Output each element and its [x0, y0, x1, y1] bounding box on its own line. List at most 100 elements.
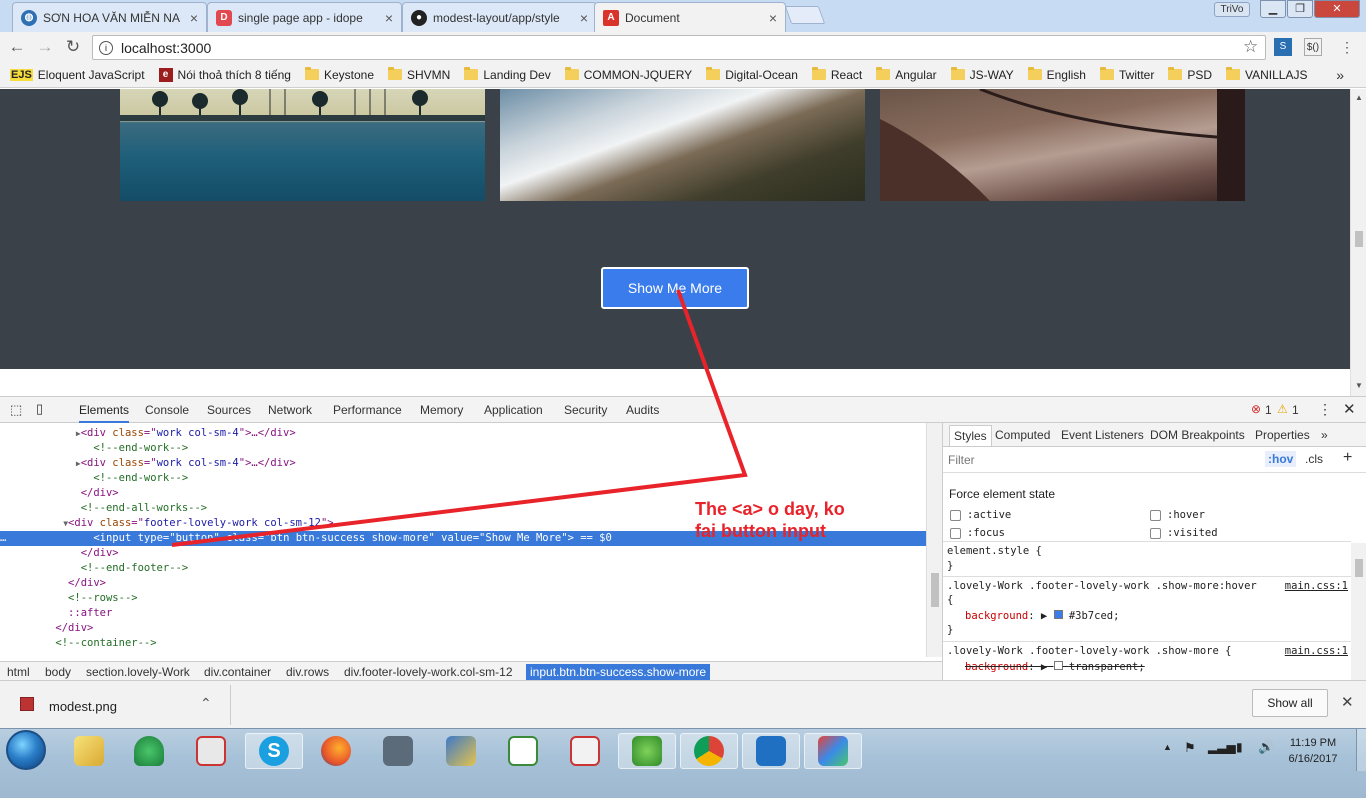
bookmarks-overflow-icon[interactable]: » — [1336, 67, 1344, 83]
dom-node[interactable]: <!--end-footer--> — [0, 561, 926, 576]
scrollbar-thumb[interactable] — [931, 573, 939, 607]
bookmark-folder[interactable]: VANILLAJS — [1226, 67, 1308, 82]
scrollbar-thumb[interactable] — [1355, 231, 1363, 247]
tab-styles[interactable]: Styles — [949, 425, 992, 446]
browser-tab-active[interactable]: A Document × — [594, 2, 786, 32]
styles-scrollbar[interactable] — [1351, 543, 1366, 681]
taskbar-vscode[interactable] — [742, 733, 800, 769]
taskbar-app-rocket[interactable] — [120, 733, 178, 769]
browser-tab[interactable]: ◍ SƠN HOA VĂN MIỄN NA × — [12, 2, 207, 32]
dom-node[interactable]: ::after — [0, 606, 926, 621]
info-icon[interactable]: i — [99, 40, 113, 55]
rule2-source-link[interactable]: main.css:1 — [1285, 645, 1348, 657]
jquery-extension-icon[interactable]: $() — [1304, 38, 1322, 56]
close-devtools-icon[interactable]: ✕ — [1343, 400, 1356, 418]
error-icon[interactable]: ⊗ — [1251, 402, 1261, 416]
flag-icon[interactable]: ⚑ — [1184, 740, 1196, 756]
devtools-menu-icon[interactable]: ⋮ — [1318, 401, 1332, 418]
bookmark-folder[interactable]: COMMON-JQUERY — [564, 67, 692, 82]
hov-toggle[interactable]: :hov — [1265, 451, 1297, 467]
element-style-rule[interactable]: element.style { — [947, 545, 1042, 557]
rule1-source-link[interactable]: main.css:1 — [1285, 580, 1348, 592]
rule2-declaration[interactable]: background: ▶ transparent; — [965, 661, 1145, 673]
tab-console[interactable]: Console — [145, 403, 189, 417]
close-download-bar-icon[interactable]: ✕ — [1341, 693, 1354, 711]
maximize-button[interactable]: ❐ — [1287, 0, 1313, 18]
battery-icon[interactable]: ▮ — [1236, 740, 1243, 754]
taskbar-app-chart[interactable] — [494, 733, 552, 769]
state-focus-checkbox[interactable] — [950, 528, 961, 539]
close-window-button[interactable]: ✕ — [1314, 0, 1360, 18]
minimize-button[interactable]: ▁ — [1260, 0, 1286, 18]
taskbar-app-lock[interactable] — [369, 733, 427, 769]
add-rule-icon[interactable]: + — [1343, 449, 1352, 467]
close-icon[interactable]: × — [769, 10, 777, 26]
taskbar-app-tools[interactable] — [556, 733, 614, 769]
extension-s-icon[interactable]: S — [1274, 38, 1292, 56]
browser-tab[interactable]: ● modest-layout/app/style × — [402, 2, 597, 32]
state-visited-checkbox[interactable] — [1150, 528, 1161, 539]
color-swatch[interactable] — [1053, 610, 1063, 619]
dom-node[interactable]: ▶<div class="work col-sm-4">…</div> — [0, 426, 926, 441]
start-button[interactable] — [6, 730, 46, 770]
taskbar-firefox[interactable] — [307, 733, 365, 769]
crumb-input[interactable]: input.btn.btn-success.show-more — [526, 664, 711, 680]
crumb-rows[interactable]: div.rows — [286, 665, 329, 679]
taskbar-app-clover[interactable] — [618, 733, 676, 769]
dom-node[interactable]: ▶<div class="work col-sm-4">…</div> — [0, 456, 926, 471]
tab-audits[interactable]: Audits — [626, 403, 659, 417]
tab-dom-breakpoints[interactable]: DOM Breakpoints — [1150, 428, 1245, 442]
scroll-down-icon[interactable]: ▼ — [1355, 381, 1363, 390]
rule2-selector[interactable]: .lovely-Work .footer-lovely-work .show-m… — [947, 645, 1231, 657]
show-more-button[interactable]: Show Me More — [601, 267, 749, 309]
crumb-container[interactable]: div.container — [204, 665, 271, 679]
dom-node[interactable]: <!--end-work--> — [0, 441, 926, 456]
show-all-button[interactable]: Show all — [1252, 689, 1328, 717]
system-clock[interactable]: 11:19 PM 6/16/2017 — [1278, 735, 1348, 767]
tray-expand-icon[interactable]: ▲ — [1163, 742, 1172, 752]
more-tabs-icon[interactable]: » — [1321, 428, 1328, 442]
bookmark-item[interactable]: e Nói thoả thích 8 tiếng — [158, 67, 291, 82]
bookmark-star-icon[interactable]: ☆ — [1243, 37, 1258, 57]
download-filename[interactable]: modest.png — [49, 699, 117, 714]
device-toolbar-icon[interactable]: ▯ — [36, 401, 43, 417]
crumb-html[interactable]: html — [7, 665, 30, 679]
dom-node[interactable]: <!--rows--> — [0, 591, 926, 606]
tab-memory[interactable]: Memory — [420, 403, 463, 417]
browser-tab[interactable]: D single page app - idope × — [207, 2, 402, 32]
close-icon[interactable]: × — [580, 10, 588, 26]
tab-security[interactable]: Security — [564, 403, 607, 417]
styles-filter[interactable]: Filter :hov .cls + — [943, 447, 1366, 473]
close-icon[interactable]: × — [385, 10, 393, 26]
dom-node[interactable]: </div> — [0, 621, 926, 636]
dom-node[interactable]: </div> — [0, 546, 926, 561]
scroll-up-icon[interactable]: ▲ — [1355, 93, 1363, 102]
color-swatch[interactable] — [1053, 661, 1063, 670]
menu-icon[interactable]: ⋮ — [1338, 38, 1356, 56]
new-tab-button[interactable] — [784, 6, 826, 24]
reload-icon[interactable]: ↻ — [62, 37, 84, 57]
tab-properties[interactable]: Properties — [1255, 428, 1310, 442]
dom-node[interactable]: <!--end-work--> — [0, 471, 926, 486]
dom-node[interactable]: <!--container--> — [0, 636, 926, 651]
dom-scrollbar[interactable] — [926, 423, 942, 657]
tab-application[interactable]: Application — [484, 403, 543, 417]
tab-performance[interactable]: Performance — [333, 403, 402, 417]
profile-button[interactable]: TriVo — [1214, 2, 1250, 17]
warning-icon[interactable]: ⚠ — [1277, 402, 1288, 416]
taskbar-skype[interactable]: S — [245, 733, 303, 769]
bookmark-folder[interactable]: Digital-Ocean — [706, 67, 798, 82]
taskbar-chrome[interactable] — [680, 733, 738, 769]
taskbar-app-window[interactable] — [182, 733, 240, 769]
rule1-declaration[interactable]: background: ▶ #3b7ced; — [965, 610, 1119, 622]
bookmark-item[interactable]: EJS Eloquent JavaScript — [10, 68, 145, 82]
forward-icon[interactable]: → — [34, 37, 56, 57]
address-bar[interactable]: i localhost:3000 — [92, 35, 1266, 60]
chevron-up-icon[interactable]: ⌃ — [200, 695, 212, 712]
tab-elements[interactable]: Elements — [79, 403, 130, 423]
show-desktop-button[interactable] — [1356, 729, 1366, 771]
tab-computed[interactable]: Computed — [995, 428, 1050, 442]
page-scrollbar[interactable]: ▲ ▼ — [1350, 89, 1366, 396]
bookmark-folder[interactable]: Keystone — [304, 67, 374, 82]
crumb-body[interactable]: body — [45, 665, 71, 679]
